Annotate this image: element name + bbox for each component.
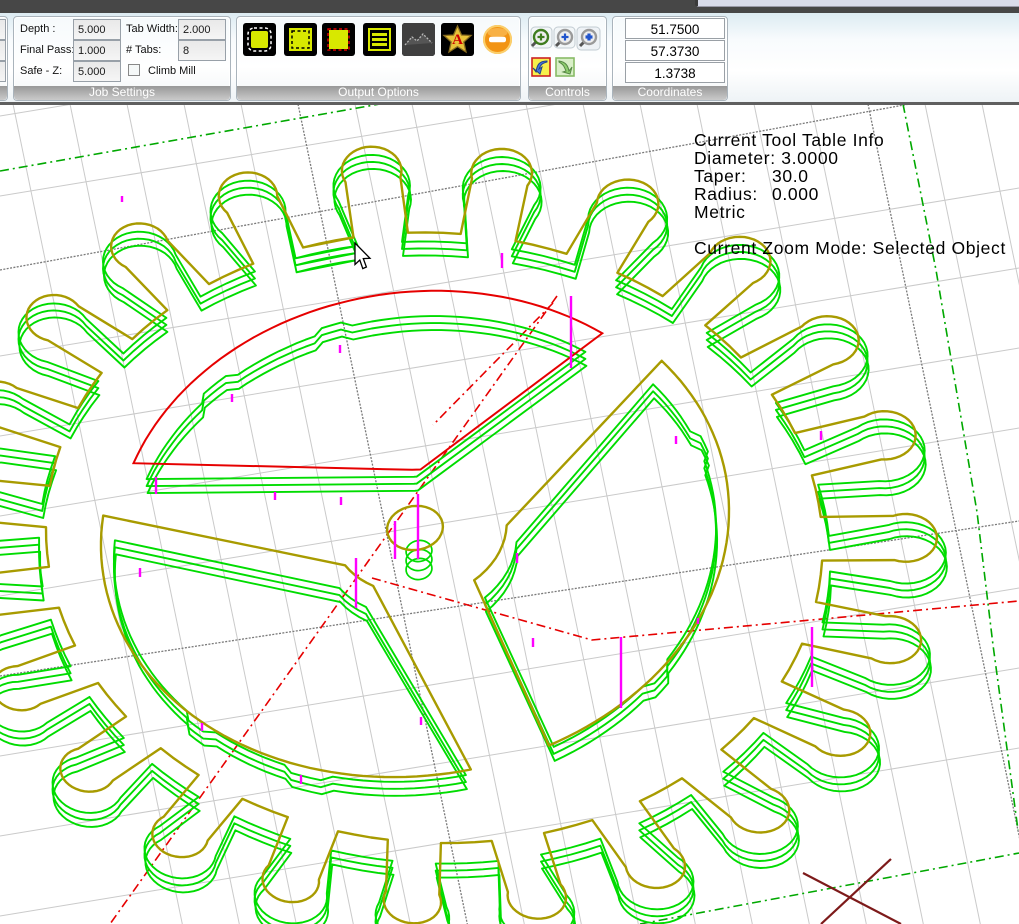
svg-text:Metric: Metric <box>694 202 746 222</box>
svg-text:Current Tool Table Info: Current Tool Table Info <box>694 130 884 150</box>
svg-text:Current Zoom Mode: Selected Ob: Current Zoom Mode: Selected Object <box>694 238 1006 258</box>
svg-text:Diameter: 3.0000: Diameter: 3.0000 <box>694 148 839 168</box>
svg-text:Taper:: Taper: <box>694 166 747 186</box>
svg-text:30.0: 30.0 <box>772 166 809 186</box>
svg-text:0.000: 0.000 <box>772 184 819 204</box>
svg-text:A: A <box>452 32 463 48</box>
svg-text:Radius:: Radius: <box>694 184 758 204</box>
